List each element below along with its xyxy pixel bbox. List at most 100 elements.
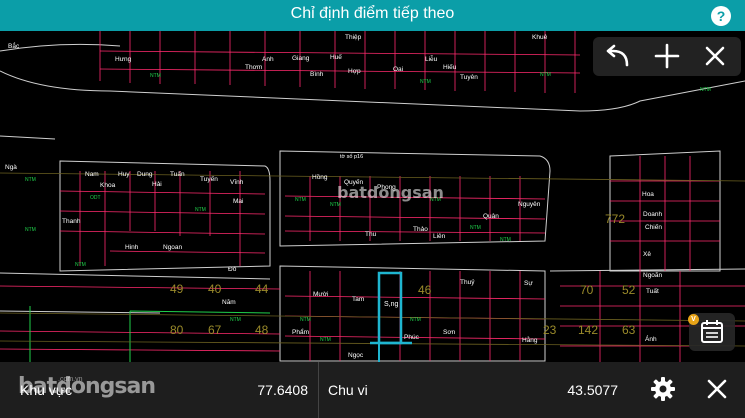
svg-text:Thanh: Thanh xyxy=(62,218,81,225)
svg-text:Thuỷ: Thuỷ xyxy=(460,279,475,286)
svg-text:Ngoan: Ngoan xyxy=(163,244,183,251)
svg-text:Ngọc: Ngọc xyxy=(348,352,364,359)
svg-text:Mười: Mười xyxy=(313,291,328,298)
svg-text:67: 67 xyxy=(208,323,222,337)
svg-text:Nguyên: Nguyên xyxy=(518,201,541,208)
svg-text:Tam: Tam xyxy=(352,296,364,303)
divider xyxy=(318,362,319,418)
svg-text:NTM: NTM xyxy=(25,227,36,233)
notification-badge: V xyxy=(688,314,699,325)
question-icon[interactable]: ? xyxy=(711,6,731,26)
measurement-bar: batdongsan .com.vn Khu vực 77.6408 Chu v… xyxy=(0,362,745,418)
svg-text:Ngà: Ngà xyxy=(5,164,17,171)
close-icon[interactable] xyxy=(693,37,737,76)
svg-text:NTM: NTM xyxy=(150,73,161,79)
gear-icon[interactable] xyxy=(648,374,678,404)
perimeter-label: Chu vi xyxy=(328,382,368,398)
svg-text:Hoa: Hoa xyxy=(642,191,654,198)
svg-text:NTM: NTM xyxy=(295,197,306,203)
svg-text:Doanh: Doanh xyxy=(643,211,663,218)
svg-text:Chiến: Chiến xyxy=(645,222,662,231)
svg-text:Huy: Huy xyxy=(118,171,130,178)
svg-text:Phẩm: Phẩm xyxy=(292,328,309,336)
land-type-labels: NTMODTNTM NTMNTMNTM NTMNTMNTM NTMNTMNTM … xyxy=(25,72,711,343)
svg-text:40: 40 xyxy=(208,282,222,296)
road-outlines xyxy=(0,43,745,362)
svg-text:Tuyến: Tuyến xyxy=(200,174,218,183)
svg-text:NTM: NTM xyxy=(75,262,86,268)
svg-text:NTM: NTM xyxy=(420,79,431,85)
svg-text:Ngoãn: Ngoãn xyxy=(643,272,663,279)
svg-text:80: 80 xyxy=(170,323,184,337)
svg-text:Tuyên: Tuyên xyxy=(460,74,478,81)
svg-text:Năm: Năm xyxy=(222,299,236,306)
svg-text:NTM: NTM xyxy=(230,317,241,323)
svg-text:Khoa: Khoa xyxy=(100,182,116,189)
svg-text:Hồng: Hồng xyxy=(312,172,328,181)
svg-text:Dung: Dung xyxy=(137,171,153,178)
svg-text:Thơm: Thơm xyxy=(245,64,262,71)
svg-text:Giang: Giang xyxy=(292,55,310,62)
svg-text:Oai: Oai xyxy=(393,66,403,73)
svg-text:NTM: NTM xyxy=(410,317,421,323)
svg-text:Mai: Mai xyxy=(233,198,243,205)
svg-text:63: 63 xyxy=(622,323,636,337)
svg-text:NTM: NTM xyxy=(700,87,711,93)
watermark-center: batdongsan xyxy=(337,183,444,202)
svg-text:NTM: NTM xyxy=(300,317,311,323)
svg-text:Sơn: Sơn xyxy=(443,329,456,336)
svg-text:Nam: Nam xyxy=(85,171,99,178)
undo-icon[interactable] xyxy=(597,37,641,76)
area-value: 77.6408 xyxy=(257,382,308,398)
top-bar: Chỉ định điểm tiếp theo ? xyxy=(0,0,745,31)
svg-text:Hinh: Hinh xyxy=(125,244,139,251)
svg-text:NTM: NTM xyxy=(540,72,551,78)
svg-text:NTM: NTM xyxy=(195,207,206,213)
svg-text:772: 772 xyxy=(605,212,625,226)
svg-text:Thu: Thu xyxy=(365,231,377,238)
plus-icon[interactable] xyxy=(645,37,689,76)
svg-text:Thảo: Thảo xyxy=(413,226,428,233)
selected-parcel-label: S,ng xyxy=(384,301,399,308)
svg-text:Hưng: Hưng xyxy=(115,56,132,63)
svg-text:Hợp: Hợp xyxy=(348,68,361,75)
svg-text:Huế: Huế xyxy=(330,52,342,61)
svg-text:Khuê: Khuê xyxy=(532,34,548,41)
street-label: tờ số p16 xyxy=(340,154,363,160)
close-icon[interactable] xyxy=(702,374,732,404)
svg-text:NTM: NTM xyxy=(500,237,511,243)
svg-text:Hằng: Hằng xyxy=(522,335,538,344)
svg-text:Liên: Liên xyxy=(433,233,446,240)
svg-text:Tuất: Tuất xyxy=(646,286,659,295)
svg-text:NTM: NTM xyxy=(25,177,36,183)
svg-text:49: 49 xyxy=(170,282,184,296)
perimeter-value: 43.5077 xyxy=(567,382,618,398)
svg-text:44: 44 xyxy=(255,282,269,296)
edit-toolbar xyxy=(593,37,741,76)
svg-text:Anh: Anh xyxy=(262,56,274,63)
svg-text:48: 48 xyxy=(255,323,269,337)
area-label: Khu vực xyxy=(20,382,73,398)
svg-text:Bắc: Bắc xyxy=(8,41,20,50)
svg-text:Hiếu: Hiếu xyxy=(443,62,457,71)
svg-text:Thiệp: Thiệp xyxy=(345,34,362,41)
svg-text:46: 46 xyxy=(418,283,432,297)
svg-text:Xê: Xê xyxy=(643,251,651,258)
svg-text:Bình: Bình xyxy=(310,71,324,78)
svg-text:NTM: NTM xyxy=(330,202,341,208)
svg-text:ODT: ODT xyxy=(90,195,101,201)
svg-text:Ánh: Ánh xyxy=(645,334,657,343)
svg-text:Quân: Quân xyxy=(483,213,499,220)
page-title: Chỉ định điểm tiếp theo xyxy=(290,5,455,22)
svg-text:Sự: Sự xyxy=(524,280,533,287)
svg-text:Hải: Hải xyxy=(152,181,162,188)
svg-text:Đô: Đô xyxy=(228,266,237,273)
svg-text:Liễu: Liễu xyxy=(425,54,438,63)
svg-text:52: 52 xyxy=(622,283,636,297)
svg-text:NTM: NTM xyxy=(470,225,481,231)
svg-text:142: 142 xyxy=(578,323,598,337)
svg-text:Tuấn: Tuấn xyxy=(170,169,185,178)
svg-text:Phúc: Phúc xyxy=(404,334,420,341)
svg-text:Vĩnh: Vĩnh xyxy=(230,179,244,186)
svg-text:70: 70 xyxy=(580,283,594,297)
